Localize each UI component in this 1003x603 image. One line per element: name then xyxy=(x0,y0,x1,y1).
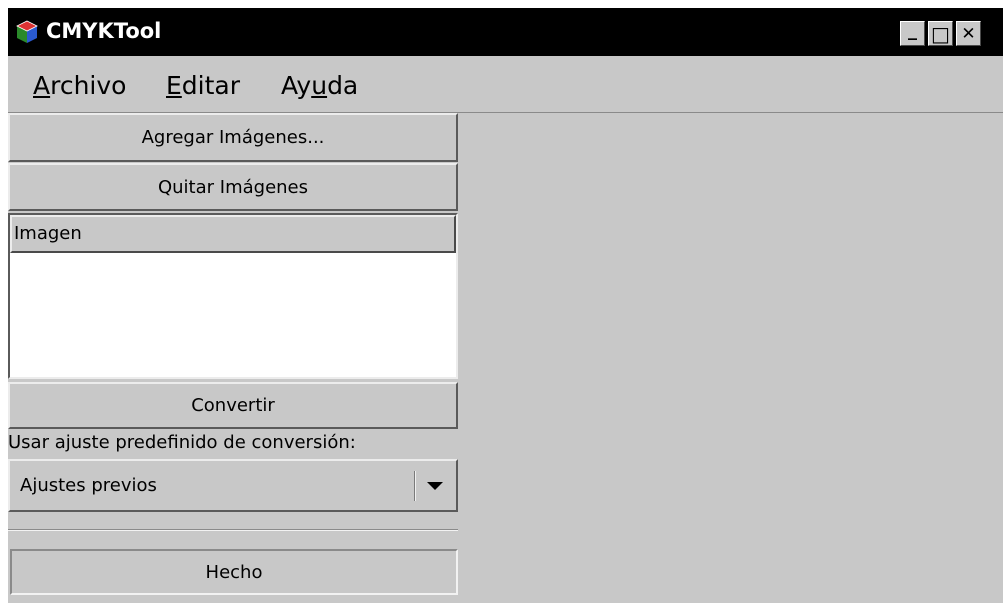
chevron-down-icon[interactable] xyxy=(427,482,443,490)
window-title: CMYKTool xyxy=(46,19,162,43)
minimize-button[interactable]: _ xyxy=(900,21,925,46)
menu-archivo[interactable]: Archivo xyxy=(33,71,126,100)
preview-area xyxy=(458,113,1003,603)
title-bar[interactable]: CMYKTool _ □ ✕ xyxy=(8,8,1003,56)
left-panel: Agregar Imágenes... Quitar Imágenes Imag… xyxy=(8,113,458,603)
convert-button[interactable]: Convertir xyxy=(8,382,458,429)
close-icon: ✕ xyxy=(961,23,976,44)
column-header-imagen[interactable]: Imagen xyxy=(10,215,456,253)
menu-editar[interactable]: Editar xyxy=(166,71,240,100)
divider xyxy=(8,529,458,531)
close-button[interactable]: ✕ xyxy=(956,21,981,46)
maximize-icon: □ xyxy=(931,21,950,46)
minimize-icon: _ xyxy=(908,19,917,41)
preset-dropdown[interactable]: Ajustes previos xyxy=(8,459,458,512)
menu-bar: Archivo Editar Ayuda xyxy=(8,56,1003,113)
add-images-button[interactable]: Agregar Imágenes... xyxy=(8,113,458,162)
app-window: CMYKTool _ □ ✕ Archivo Editar Ayuda Agre… xyxy=(8,8,1003,603)
remove-images-button[interactable]: Quitar Imágenes xyxy=(8,163,458,211)
image-list[interactable]: Imagen xyxy=(8,213,458,379)
preset-selected-value: Ajustes previos xyxy=(20,475,157,496)
app-cube-icon xyxy=(16,20,38,43)
dropdown-divider xyxy=(414,471,416,501)
preset-label: Usar ajuste predefinido de conversión: xyxy=(8,432,356,453)
maximize-button[interactable]: □ xyxy=(928,21,953,46)
status-bar: Hecho xyxy=(10,549,458,595)
menu-ayuda[interactable]: Ayuda xyxy=(281,71,358,100)
